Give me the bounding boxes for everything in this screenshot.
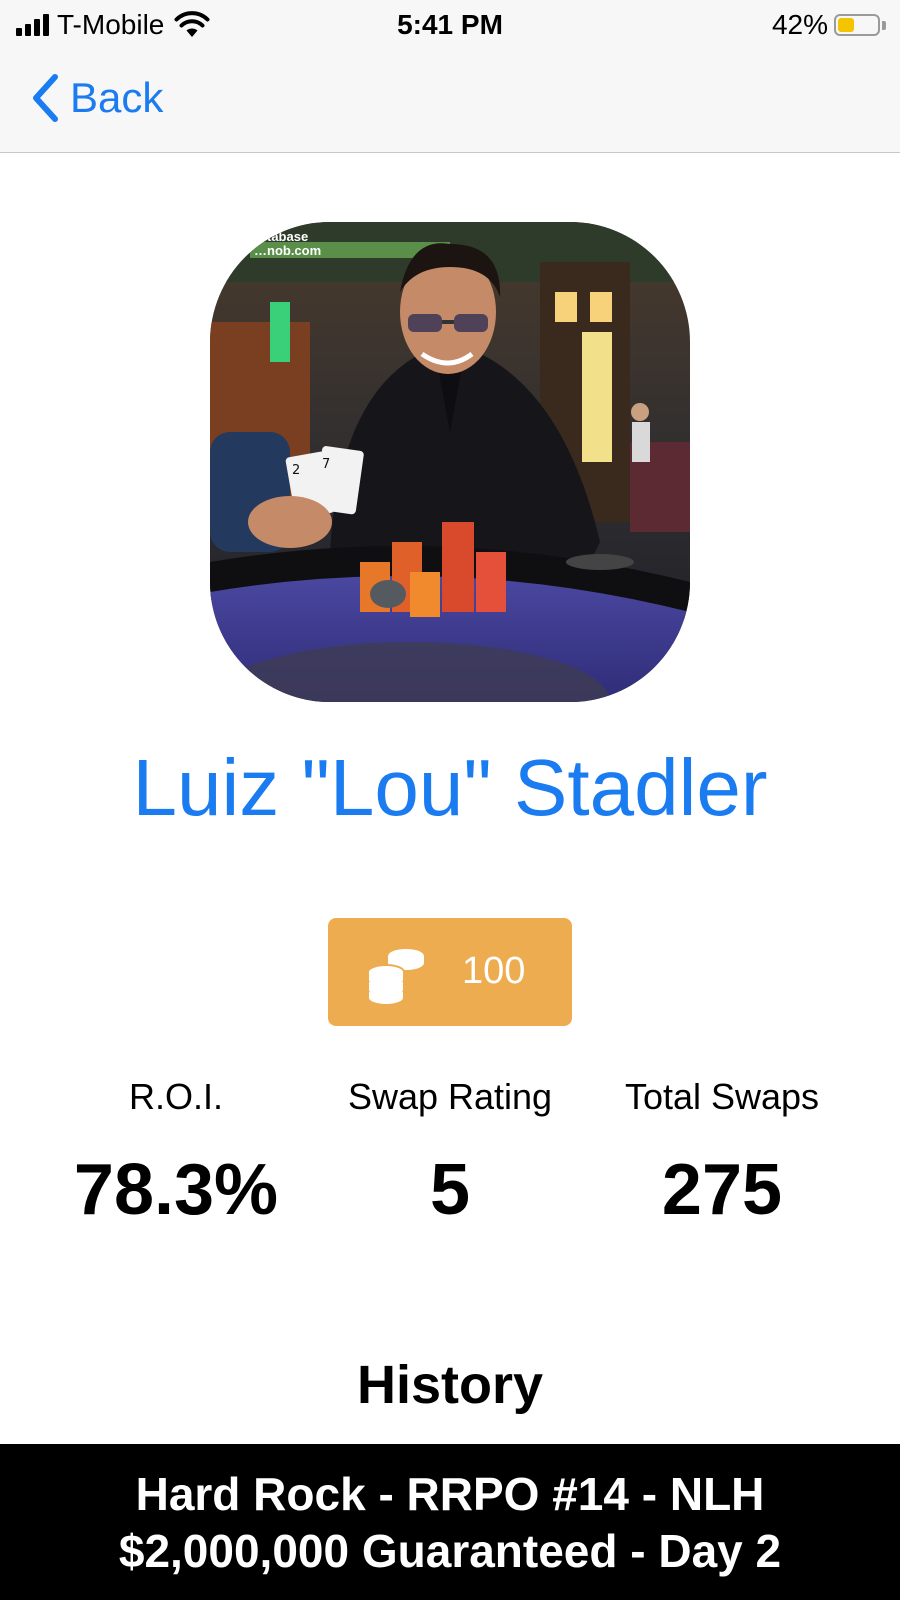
status-time: 5:41 PM xyxy=(397,9,503,40)
coins-stack-icon xyxy=(367,949,424,1004)
stat-roi-value: 78.3% xyxy=(73,1150,279,1230)
back-button[interactable]: Back xyxy=(30,70,163,126)
navigation-bar: Back xyxy=(0,50,900,153)
history-item-title: Hard Rock - RRPO #14 - NLH $2,000,000 Gu… xyxy=(118,1468,782,1577)
status-right: 42% xyxy=(772,8,886,42)
stat-swap-rating: Swap Rating 5 xyxy=(310,1070,590,1240)
battery-tip xyxy=(882,20,886,30)
svg-text:7: 7 xyxy=(322,457,330,472)
stat-total-swaps-value: 275 xyxy=(661,1150,783,1230)
chevron-left-icon xyxy=(33,74,58,122)
battery-percent: 42% xyxy=(771,9,828,40)
stat-swap-rating-label: Swap Rating xyxy=(347,1076,553,1117)
profile-photo: 2 7 …tabase …nob.com xyxy=(210,222,690,702)
stat-swap-rating-value: 5 xyxy=(429,1150,471,1230)
coins-value: 100 xyxy=(462,950,526,992)
profile-photo-image: 2 7 xyxy=(210,222,690,702)
history-title: History xyxy=(356,1355,544,1415)
back-label: Back xyxy=(70,74,164,121)
player-name: Luiz "Lou" Stadler xyxy=(132,743,768,832)
stat-roi-label: R.O.I. xyxy=(128,1076,223,1117)
battery-icon xyxy=(834,14,880,36)
stat-total-swaps-label: Total Swaps xyxy=(624,1076,820,1117)
photo-watermark: …tabase …nob.com xyxy=(254,229,322,258)
battery-level xyxy=(838,18,854,32)
history-list-item[interactable]: Hard Rock - RRPO #14 - NLH $2,000,000 Gu… xyxy=(0,1444,900,1600)
stat-total-swaps: Total Swaps 275 xyxy=(582,1070,862,1240)
svg-text:2: 2 xyxy=(292,463,300,478)
status-bar: T-Mobile 5:41 PM 42% xyxy=(0,0,900,50)
stat-roi: R.O.I. 78.3% xyxy=(36,1070,316,1240)
coins-button[interactable]: 100 xyxy=(328,918,572,1026)
